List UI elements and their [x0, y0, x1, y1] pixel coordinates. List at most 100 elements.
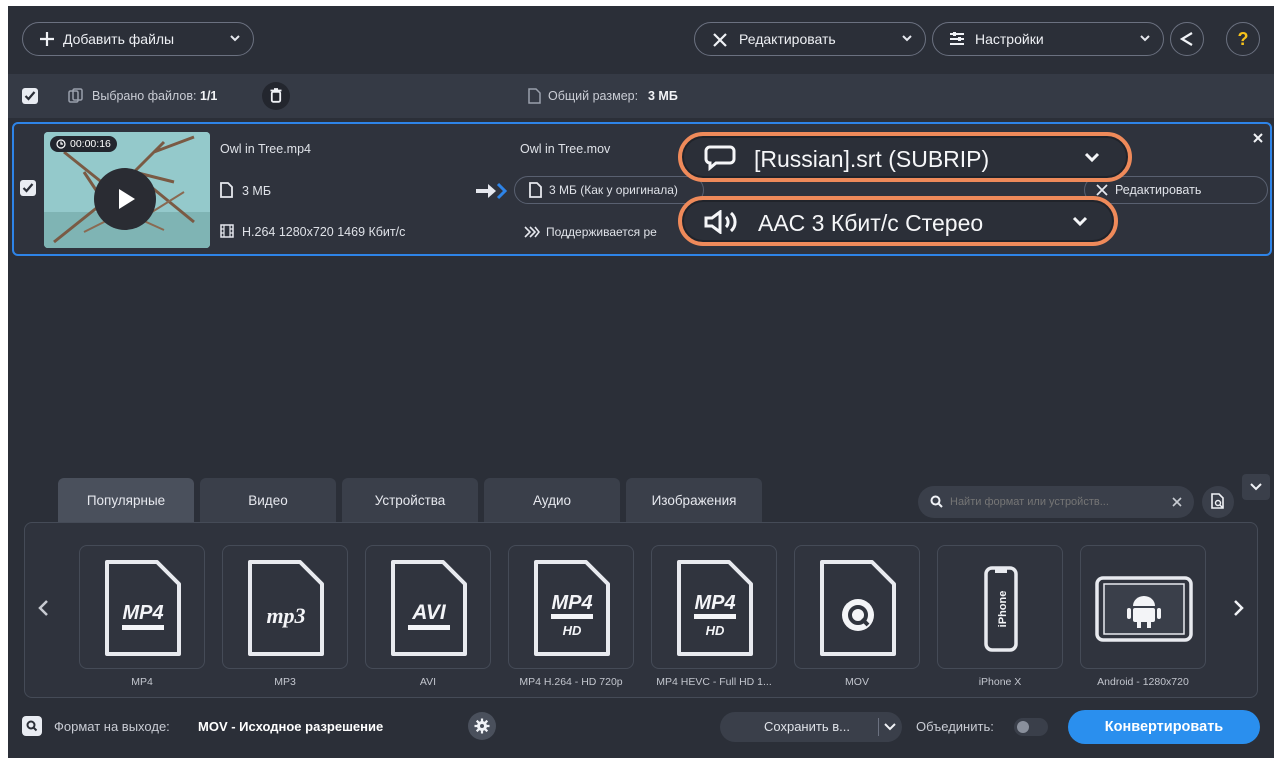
- badge-text: MP4: [551, 592, 592, 614]
- settings-label: Настройки: [975, 31, 1044, 47]
- merge-toggle-knob: [1017, 721, 1029, 733]
- file-edit-label: Редактировать: [1115, 183, 1202, 197]
- format-label: MP4: [131, 676, 153, 688]
- chevron-down-icon[interactable]: [1139, 32, 1151, 44]
- format-preview-toggle[interactable]: [22, 716, 42, 736]
- audio-dropdown[interactable]: AAC 3 Кбит/с Стерео: [678, 196, 1118, 246]
- input-codec-info: H.264 1280x720 1469 Кбит/с: [242, 225, 406, 239]
- format-label: MP4 HEVC - Full HD 1...: [656, 676, 772, 688]
- format-card-mov[interactable]: [794, 545, 920, 669]
- tab-label: Видео: [248, 492, 288, 508]
- input-file-size: 3 МБ: [242, 184, 272, 198]
- convert-label: Конвертировать: [1104, 719, 1224, 735]
- format-label: iPhone X: [978, 676, 1022, 688]
- delete-button[interactable]: [262, 82, 290, 110]
- check-icon: [22, 183, 34, 193]
- tab-images[interactable]: Изображения: [626, 478, 762, 522]
- input-file-name: Owl in Tree.mp4: [220, 142, 312, 156]
- convert-button[interactable]: Конвертировать: [1068, 710, 1260, 744]
- audio-track-value: AAC 3 Кбит/с Стерео: [758, 210, 984, 236]
- total-size-label: Общий размер:: [548, 89, 639, 103]
- tab-popular[interactable]: Популярные: [58, 478, 194, 522]
- format-card-android[interactable]: [1080, 545, 1206, 669]
- mp4-icon: MP4: [105, 560, 181, 656]
- search-icon: [26, 720, 38, 732]
- total-size-value: 3 МБ: [648, 89, 678, 103]
- play-icon: [119, 189, 135, 209]
- add-files-button[interactable]: Добавить файлы: [22, 22, 254, 56]
- iphone-icon: iPhone: [984, 566, 1018, 652]
- duration-badge: 00:00:16: [50, 136, 117, 152]
- select-all-checkbox[interactable]: [22, 88, 38, 104]
- clear-icon[interactable]: [1172, 497, 1182, 507]
- chevron-down-icon: [1072, 216, 1088, 227]
- format-card-mp4-hd[interactable]: MP4 HD: [508, 545, 634, 669]
- selected-files-count: 1/1: [200, 89, 218, 103]
- iphone-badge-text: iPhone: [997, 591, 1009, 628]
- mp3-badge-text: mp3: [266, 603, 305, 628]
- chevron-down-icon: [1250, 483, 1262, 491]
- format-settings-button[interactable]: [468, 712, 496, 740]
- collapse-panel-button[interactable]: [1242, 474, 1270, 500]
- mp4-hevc-icon: MP4 HD: [677, 560, 753, 656]
- convert-arrow-icon: [476, 182, 508, 200]
- chevron-down-icon: [1084, 152, 1100, 163]
- file-checkbox[interactable]: [20, 180, 36, 196]
- avi-icon: AVI: [391, 560, 467, 656]
- tab-label: Изображения: [651, 492, 737, 508]
- format-label: MP4 H.264 - HD 720p: [519, 676, 623, 688]
- play-button[interactable]: [94, 168, 156, 230]
- badge-text: MP4: [694, 592, 735, 614]
- format-label: Android - 1280x720: [1097, 676, 1189, 688]
- share-button[interactable]: [1170, 22, 1204, 56]
- selected-files-label: Выбрано файлов:: [92, 89, 197, 103]
- hd-text: HD: [706, 623, 725, 638]
- chevron-right-icon[interactable]: [1233, 599, 1245, 617]
- output-size-dropdown[interactable]: 3 МБ (Как у оригинала): [514, 176, 704, 204]
- format-preview-button[interactable]: [1202, 486, 1234, 518]
- format-card-mp3[interactable]: mp3: [222, 545, 348, 669]
- scissors-icon: [713, 33, 727, 47]
- android-tablet-icon: [1095, 576, 1193, 642]
- selection-bar: Выбрано файлов: 1/1 Общий размер: 3 МБ: [8, 74, 1274, 118]
- format-label: MOV: [845, 676, 869, 688]
- subtitle-dropdown[interactable]: [Russian].srt (SUBRIP): [678, 132, 1132, 182]
- quicktime-icon: [820, 560, 896, 656]
- format-card-mp4-hevc[interactable]: MP4 HD: [651, 545, 777, 669]
- search-input[interactable]: [950, 492, 1160, 512]
- edit-dropdown[interactable]: Редактировать: [694, 22, 926, 56]
- format-search[interactable]: [918, 486, 1194, 518]
- help-button[interactable]: ?: [1226, 22, 1260, 56]
- format-card-iphone[interactable]: iPhone: [937, 545, 1063, 669]
- app-window: Добавить файлы Редактировать Настройки ?…: [8, 6, 1274, 758]
- mp4-badge-text: MP4: [122, 602, 163, 624]
- save-to-divider: [878, 718, 879, 736]
- save-to-label: Сохранить в...: [764, 719, 850, 734]
- scissors-icon: [1096, 184, 1108, 196]
- video-thumbnail[interactable]: 00:00:16: [44, 132, 210, 248]
- edit-label: Редактировать: [739, 31, 836, 47]
- format-list: MP4 MP4 mp3 MP3 AVI AVI MP4 HD MP4 H.264 …: [24, 522, 1258, 698]
- format-card-mp4[interactable]: MP4: [79, 545, 205, 669]
- merge-toggle[interactable]: [1014, 718, 1048, 736]
- tab-audio[interactable]: Аудио: [484, 478, 620, 522]
- file-icon: [529, 182, 542, 198]
- file-icon: [220, 182, 233, 198]
- plus-icon: [40, 32, 54, 46]
- tab-label: Популярные: [86, 492, 166, 508]
- tab-video[interactable]: Видео: [200, 478, 336, 522]
- chevrons-icon: [524, 226, 540, 238]
- close-icon[interactable]: [1252, 132, 1264, 144]
- save-to-dropdown[interactable]: Сохранить в...: [720, 712, 902, 742]
- mp3-icon: mp3: [248, 560, 324, 656]
- format-card-avi[interactable]: AVI: [365, 545, 491, 669]
- chevron-down-icon[interactable]: [229, 32, 241, 44]
- chevron-down-icon[interactable]: [901, 32, 913, 44]
- chevron-down-icon: [884, 723, 896, 731]
- format-label: MP3: [274, 676, 296, 688]
- check-icon: [24, 91, 36, 101]
- settings-dropdown[interactable]: Настройки: [932, 22, 1164, 56]
- files-icon: [68, 88, 83, 103]
- tab-devices[interactable]: Устройства: [342, 478, 478, 522]
- chevron-left-icon[interactable]: [37, 599, 49, 617]
